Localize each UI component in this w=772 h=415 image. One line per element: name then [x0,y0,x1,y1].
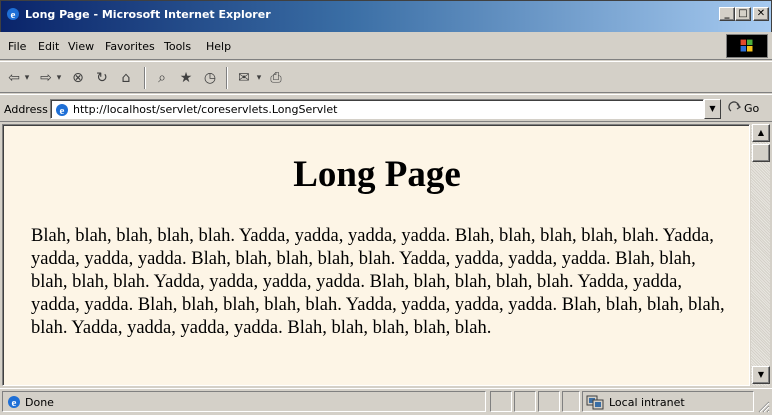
status-panel [562,391,580,412]
forward-dropdown-icon[interactable]: ▾ [54,68,64,88]
page-viewport[interactable]: Long Page Blah, blah, blah, blah, blah. … [2,124,750,386]
status-panel [490,391,512,412]
search-icon[interactable]: ⌕ [152,68,172,88]
svg-text:e: e [60,105,65,117]
standard-toolbar: ⇦ ▾ ⇨ ▾ ⊗ ↻ ⌂ ⌕ ★ ◷ ✉ ▾ ⎙ [0,61,772,93]
home-icon[interactable]: ⌂ [116,68,136,88]
go-button[interactable]: Go [726,100,770,118]
svg-text:e: e [12,397,17,409]
local-intranet-icon [586,395,604,410]
status-text: Done [25,396,54,409]
address-dropdown-button[interactable]: ▼ [704,99,721,119]
mail-dropdown-icon[interactable]: ▾ [254,68,264,88]
scroll-down-button[interactable]: ▼ [752,366,770,384]
ie-page-icon: e [56,104,68,117]
menu-file[interactable]: File [8,40,26,53]
maximize-button[interactable]: □ [735,7,751,21]
toolbar-separator [226,67,228,89]
page-body-text: Blah, blah, blah, blah, blah. Yadda, yad… [31,226,725,338]
back-dropdown-icon[interactable]: ▾ [22,68,32,88]
menu-bar: File Edit View Favorites Tools Help [0,32,772,60]
svg-text:e: e [11,9,16,21]
scroll-thumb[interactable] [752,144,770,162]
page-heading: Long Page [293,154,461,195]
mail-icon[interactable]: ✉ [234,68,254,88]
address-input[interactable]: e http://localhost/servlet/coreservlets.… [50,99,704,119]
status-bar: e Done Local intranet [0,388,772,415]
status-panel [514,391,536,412]
status-text-panel: e Done [2,391,486,412]
menu-edit[interactable]: Edit [38,40,59,53]
title-bar: e Long Page - Microsoft Internet Explore… [0,0,772,32]
ie-logo-icon: e [7,8,19,21]
history-icon[interactable]: ◷ [200,68,220,88]
forward-icon[interactable]: ⇨ [38,68,54,88]
go-label: Go [744,102,760,115]
address-label: Address [4,103,48,116]
favorites-icon[interactable]: ★ [176,68,196,88]
menu-tools[interactable]: Tools [164,40,191,53]
security-zone-text: Local intranet [609,396,685,409]
status-panel [538,391,560,412]
menu-favorites[interactable]: Favorites [105,40,155,53]
back-icon[interactable]: ⇦ [6,68,22,88]
address-bar: Address e http://localhost/servlet/cores… [0,94,772,122]
windows-logo-throbber [726,34,768,58]
refresh-icon[interactable]: ↻ [92,68,112,88]
menu-help[interactable]: Help [206,40,231,53]
windows-flag-icon [740,39,753,52]
close-button[interactable]: ✕ [753,7,769,21]
minimize-button[interactable]: _ [719,7,735,21]
ie-page-icon: e [8,396,20,409]
security-zone-panel: Local intranet [582,391,754,412]
toolbar-separator [144,67,146,89]
window-title: Long Page - Microsoft Internet Explorer [25,8,271,21]
address-url: http://localhost/servlet/coreservlets.Lo… [73,103,338,116]
vertical-scrollbar[interactable]: ▲ ▼ [750,124,770,386]
stop-icon[interactable]: ⊗ [68,68,88,88]
resize-grip-icon[interactable] [758,401,770,413]
scroll-up-button[interactable]: ▲ [752,124,770,142]
menu-view[interactable]: View [68,40,94,53]
go-arrow-icon [728,101,742,112]
print-icon[interactable]: ⎙ [266,68,286,88]
